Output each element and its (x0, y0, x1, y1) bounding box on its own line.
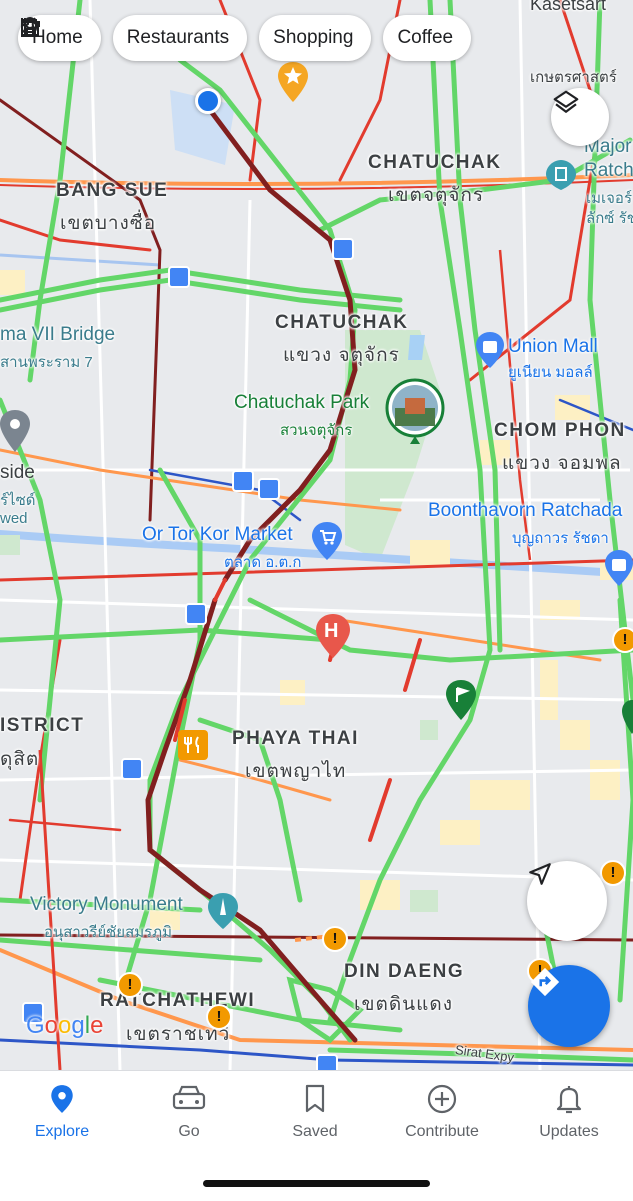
add-circle-icon (427, 1084, 457, 1114)
cinema-pin-icon[interactable] (546, 160, 576, 190)
incident-warning-icon[interactable]: ! (612, 627, 633, 653)
label-bridge: ma VII Bridge (0, 324, 116, 345)
label-chom-phon-th: แขวง จอมพล (502, 453, 622, 474)
incident-warning-icon[interactable]: ! (322, 926, 348, 952)
park-pin-icon[interactable] (622, 700, 633, 734)
label-side-wed: wed (0, 510, 28, 527)
transit-station-icon[interactable] (316, 1054, 338, 1070)
location-pin-icon (51, 1085, 73, 1113)
tab-contribute-label: Contribute (405, 1123, 479, 1140)
label-victory-monument-th: อนุสาวรีย์ชัยสมรภูมิ (44, 924, 172, 941)
coffee-icon (21, 19, 40, 37)
chip-restaurants[interactable]: Restaurants (21, 15, 248, 61)
label-chatuchak-park: Chatuchak Park (234, 392, 370, 413)
label-boonthavorn: Boonthavorn Ratchada (428, 500, 623, 521)
home-indicator (203, 1180, 430, 1187)
transit-station-icon[interactable] (232, 470, 254, 492)
layers-icon (553, 90, 579, 113)
transit-station-icon[interactable] (168, 266, 190, 288)
label-union-mall-th: ยูเนียน มอลล์ (508, 364, 593, 381)
starred-place-pin-icon[interactable] (278, 62, 308, 102)
market-pin-icon[interactable] (312, 522, 342, 560)
label-bang-sue-th: เขตบางซื่อ (60, 213, 157, 234)
bookmark-icon (305, 1084, 325, 1113)
layers-button[interactable] (551, 88, 609, 146)
my-location-button[interactable] (527, 861, 607, 941)
label-chatuchak-subdistrict-th: แขวง จตุจักร (283, 345, 400, 366)
label-district: ISTRICT (0, 715, 85, 736)
tab-updates[interactable]: Updates (509, 1081, 629, 1141)
google-attribution: Google (26, 1012, 104, 1039)
chip-shopping-label: Shopping (273, 27, 354, 48)
transit-station-icon[interactable] (332, 238, 354, 260)
label-chatuchak-district-th: เขตจตุจักร (388, 185, 485, 206)
label-victory-monument: Victory Monument (30, 894, 183, 915)
label-or-tor-kor: Or Tor Kor Market (142, 524, 293, 545)
chip-coffee-label: Coffee (397, 27, 454, 48)
directions-button[interactable] (528, 965, 610, 1047)
label-din-daeng: DIN DAENG (344, 961, 465, 982)
flag-pin-icon[interactable] (446, 680, 476, 720)
transit-station-icon[interactable] (185, 603, 207, 625)
current-location-dot[interactable] (195, 88, 221, 114)
label-bang-sue: BANG SUE (56, 180, 169, 201)
label-din-daeng-th: เขตดินแดง (354, 994, 454, 1015)
chip-coffee[interactable]: Coffee (21, 15, 472, 61)
tab-saved[interactable]: Saved (255, 1081, 375, 1141)
incident-warning-icon[interactable]: ! (206, 1004, 232, 1030)
tab-go[interactable]: Go (129, 1081, 249, 1141)
category-chips: Home Restaurants Shopping Coffee (18, 15, 472, 61)
tab-explore[interactable]: Explore (2, 1081, 122, 1141)
tab-go-label: Go (178, 1123, 200, 1140)
shopping-pin-icon[interactable] (476, 332, 504, 368)
label-chom-phon: CHOM PHON (494, 420, 626, 441)
park-photo-pin-icon[interactable] (385, 378, 445, 448)
tab-saved-label: Saved (292, 1123, 338, 1140)
label-phaya-thai: PHAYA THAI (232, 728, 359, 749)
navigation-arrow-icon (529, 863, 551, 885)
tab-explore-label: Explore (34, 1123, 90, 1140)
label-kasetsart: Kasetsart (530, 0, 607, 14)
label-major-th2: ลักซ์ รัช (586, 210, 633, 227)
label-kasetsart-th: เกษตรศาสตร์ (530, 69, 617, 86)
incident-warning-icon[interactable]: ! (600, 860, 626, 886)
incident-warning-icon[interactable]: ! (117, 972, 143, 998)
label-phaya-thai-th: เขตพญาไท (245, 761, 347, 782)
label-side-th: ร์ไซด์ (0, 492, 36, 509)
shopping-pin-icon-2[interactable] (605, 550, 633, 586)
label-district-th: ดุสิต (0, 749, 40, 770)
directions-icon (530, 967, 560, 997)
chip-shopping[interactable]: Shopping (21, 15, 372, 61)
label-chatuchak-park-th: สวนจตุจักร (280, 422, 353, 439)
car-icon (172, 1085, 206, 1110)
chip-restaurants-label: Restaurants (126, 27, 230, 48)
tab-contribute[interactable]: Contribute (382, 1081, 502, 1141)
map-canvas[interactable]: Kasetsart เกษตรศาสตร์ CHATUCHAK เขตจตุจั… (0, 0, 633, 1070)
label-chatuchak-subdistrict: CHATUCHAK (275, 312, 409, 333)
transit-station-icon[interactable] (258, 478, 280, 500)
label-boonthavorn-th: บุญถาวร รัชดา (512, 530, 609, 547)
label-union-mall: Union Mall (508, 336, 598, 357)
monument-pin-icon[interactable] (208, 893, 238, 929)
label-or-tor-kor-th: ตลาด อ.ต.ก (224, 554, 302, 571)
label-bridge-th: สานพระราม 7 (0, 354, 93, 371)
transit-station-icon[interactable] (121, 758, 143, 780)
label-chatuchak-district: CHATUCHAK (368, 152, 502, 173)
bell-icon (556, 1086, 582, 1114)
tab-updates-label: Updates (539, 1123, 599, 1140)
place-pin-icon[interactable] (0, 410, 30, 452)
label-side: side (0, 462, 35, 483)
restaurant-pin-icon[interactable] (178, 730, 208, 760)
label-ratch: Ratch (584, 160, 633, 181)
hospital-letter: H (324, 620, 339, 642)
